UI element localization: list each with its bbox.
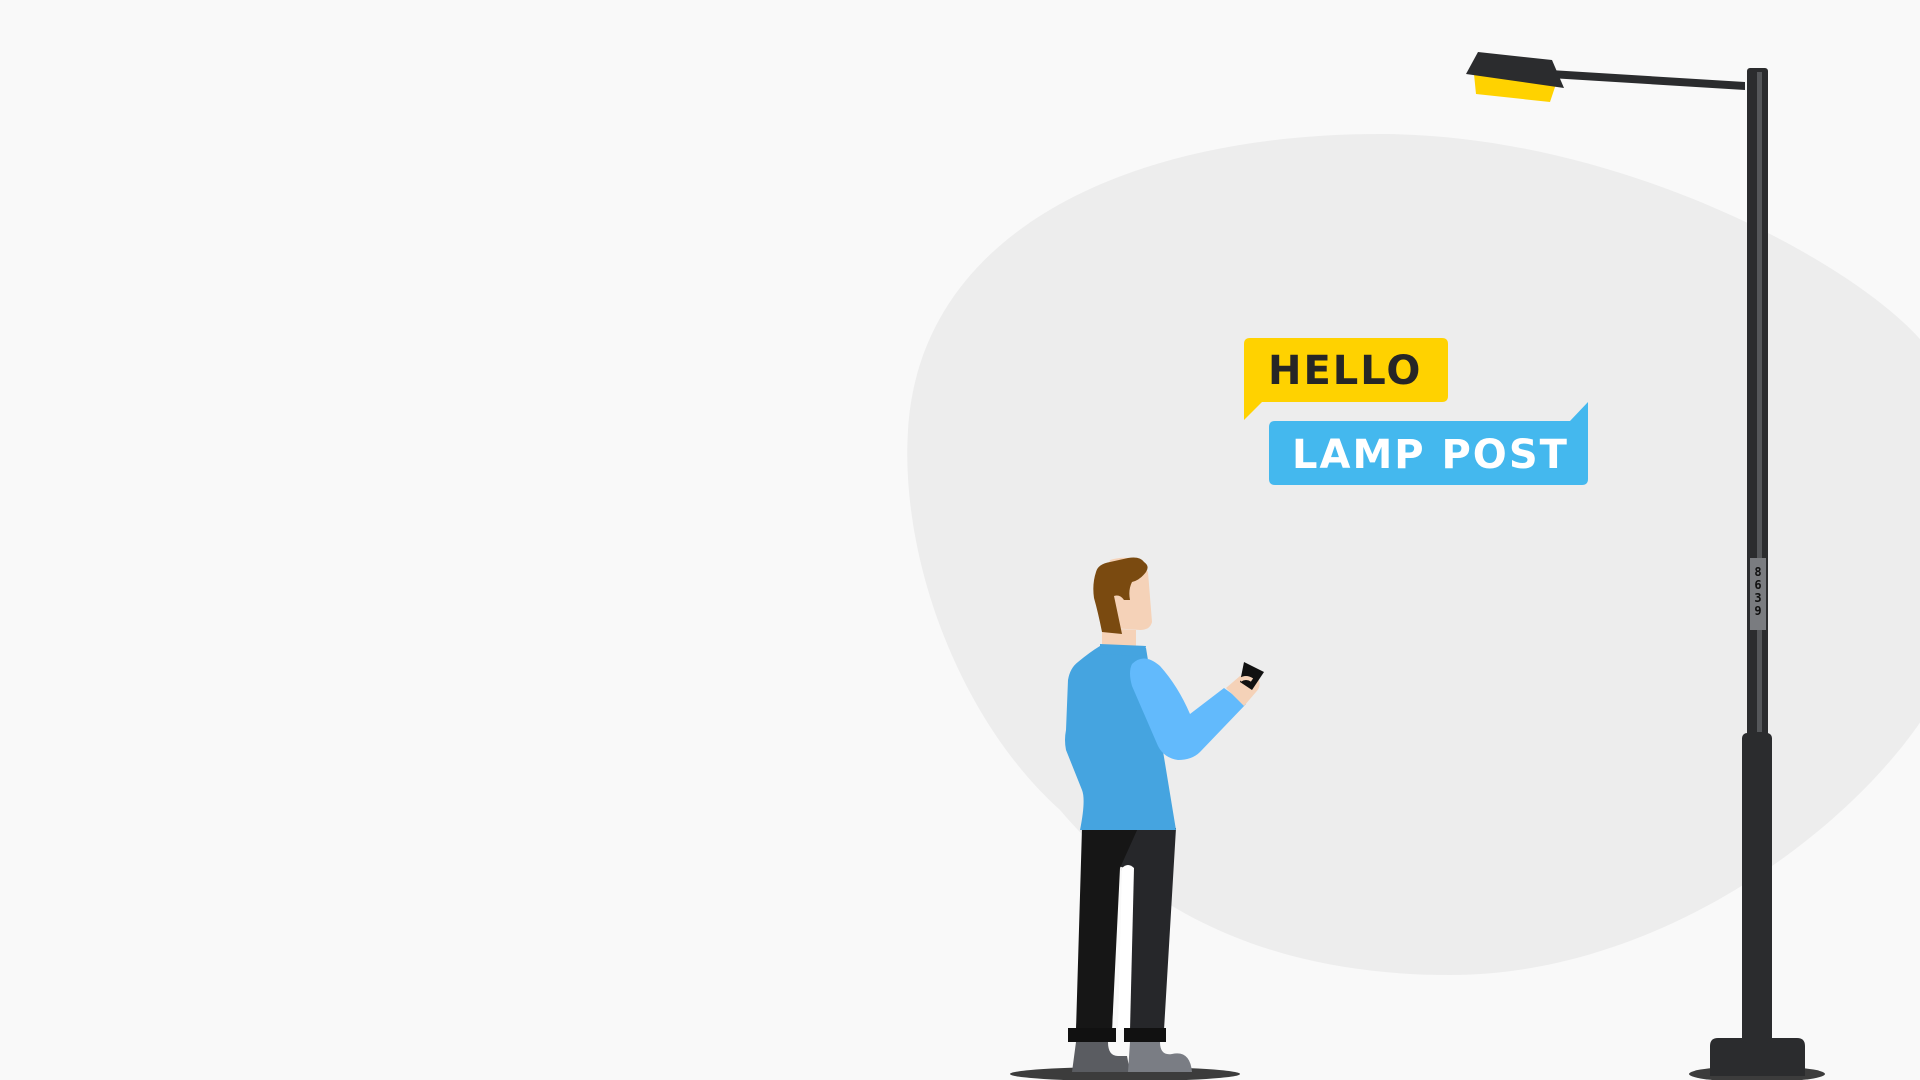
left-shoe: [1072, 1042, 1130, 1072]
lamp-post-text: LAMP POST: [1292, 432, 1569, 478]
right-shoe: [1128, 1042, 1192, 1072]
lamp-post-id-digit: 3: [1754, 591, 1761, 605]
hello-text: HELLO: [1268, 348, 1422, 394]
right-cuff: [1124, 1028, 1166, 1042]
lamp-post-id-digit: 9: [1754, 604, 1761, 618]
lamp-post-illustration: HELLO LAMP POST 8 6 3 9: [907, 52, 1920, 1080]
lamp-post-id-digit: 6: [1754, 578, 1761, 592]
left-cuff: [1068, 1028, 1116, 1042]
lamp-pole-lower: [1742, 733, 1772, 1043]
lamp-post-id-digit: 8: [1754, 565, 1761, 579]
lamp-arm: [1550, 70, 1745, 90]
lamp-base: [1710, 1038, 1805, 1076]
